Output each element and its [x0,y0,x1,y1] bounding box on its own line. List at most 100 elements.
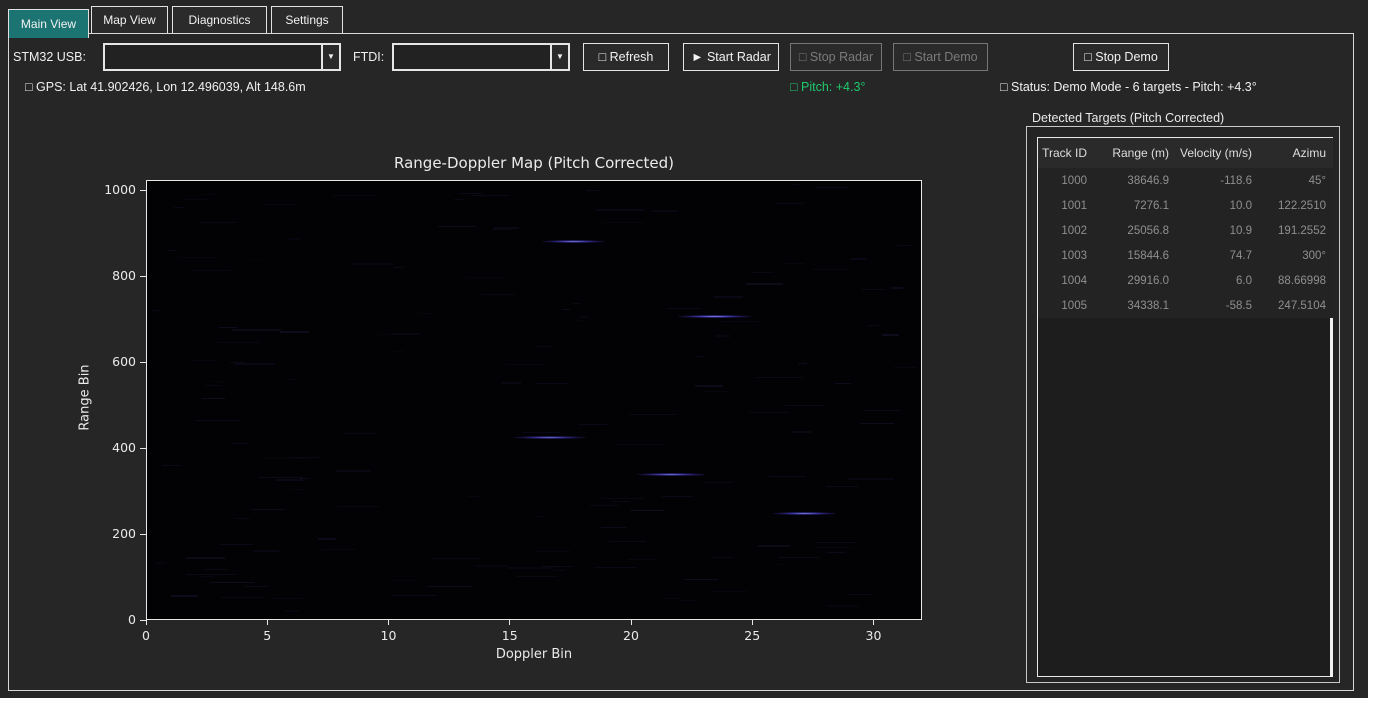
targets-table: Track IDRange (m)Velocity (m/s)Azimu 100… [1037,137,1333,677]
noise-speckle [289,457,321,458]
x-tick-label: 15 [490,628,530,643]
x-tick-mark [752,620,753,625]
column-header: Track ID [1038,146,1093,160]
noise-speckle [602,222,644,223]
table-row[interactable]: 100225056.810.9191.2552 [1038,218,1333,243]
column-header: Range (m) [1093,146,1175,160]
y-tick-label: 400 [96,440,136,455]
x-tick-label: 25 [732,628,772,643]
noise-speckle [205,385,222,386]
y-tick-label: 800 [96,268,136,283]
noise-speckle [705,391,728,392]
noise-speckle [287,379,296,380]
noise-speckle [714,296,742,298]
table-cell: 38646.9 [1093,175,1175,187]
noise-speckle [431,558,480,559]
noise-speckle [388,580,420,581]
noise-speckle [894,367,917,368]
stm32-usb-label: STM32 USB: [13,50,86,64]
stop-demo-button[interactable]: □ Stop Demo [1073,43,1169,71]
table-cell: 25056.8 [1093,225,1175,237]
ftdi-combo[interactable]: ▼ [392,43,570,71]
table-row[interactable]: 100038646.9-118.645° [1038,168,1333,193]
noise-speckle [535,346,552,347]
table-row[interactable]: 10017276.110.0122.2510 [1038,193,1333,218]
noise-speckle [418,313,432,314]
detection-streak [513,436,586,439]
tab-label: Main View [21,17,76,31]
noise-speckle [517,576,558,577]
tab-settings[interactable]: Settings [271,6,343,34]
noise-speckle [501,382,521,384]
app-window: Main View Map View Diagnostics Settings … [0,0,1368,698]
noise-speckle [191,360,216,361]
tab-label: Settings [285,13,328,27]
y-tick-label: 0 [96,612,136,627]
noise-speckle [332,195,376,196]
noise-speckle [220,544,253,545]
table-cell: 300° [1258,250,1332,262]
noise-speckle [651,210,679,212]
noise-speckle [602,498,644,499]
noise-speckle [752,272,774,273]
noise-speckle [749,412,789,413]
noise-speckle [234,518,250,519]
noise-speckle [505,364,545,365]
noise-speckle [231,443,249,444]
noise-speckle [695,385,723,387]
x-tick-mark [388,620,389,625]
refresh-button[interactable]: □ Refresh [583,43,669,71]
noise-speckle [427,586,473,587]
noise-speckle [594,567,637,568]
noise-speckle [200,576,213,577]
noise-speckle [285,610,299,612]
noise-speckle [758,545,790,547]
noise-speckle [785,405,825,406]
tab-diagnostics[interactable]: Diagnostics [172,6,267,34]
noise-speckle [251,509,285,510]
noise-speckle [813,547,853,548]
y-tick-label: 600 [96,354,136,369]
x-tick-mark [631,620,632,625]
noise-speckle [481,294,515,295]
noise-speckle [245,586,268,587]
noise-speckle [798,363,807,364]
ftdi-combo-dropdown-button[interactable]: ▼ [550,45,568,69]
noise-speckle [493,227,519,229]
noise-speckle [318,538,336,540]
tab-main-view[interactable]: Main View [8,9,89,38]
gps-status-text: □ GPS: Lat 41.902426, Lon 12.496039, Alt… [25,80,306,94]
y-tick-label: 200 [96,526,136,541]
table-cell: 10.9 [1175,225,1258,237]
table-cell: 247.5104 [1258,300,1332,312]
noise-speckle [542,566,573,567]
noise-speckle [769,476,805,477]
table-row[interactable]: 100429916.06.088.66998 [1038,268,1333,293]
stm32-combo-dropdown-button[interactable]: ▼ [321,45,339,69]
stm32-usb-combo[interactable]: ▼ [103,43,341,71]
noise-speckle [536,551,570,552]
x-tick-label: 10 [369,628,409,643]
noise-speckle [703,482,733,483]
noise-speckle [156,562,166,564]
noise-speckle [552,570,565,571]
y-axis-label: Range Bin [78,328,93,468]
noise-speckle [667,308,702,309]
table-row[interactable]: 100534338.1-58.5247.5104 [1038,293,1333,318]
table-cell: 122.2510 [1258,200,1332,212]
table-cell: 191.2552 [1258,225,1332,237]
start-radar-button[interactable]: ► Start Radar [683,43,779,71]
table-row[interactable]: 100315844.674.7300° [1038,243,1333,268]
noise-speckle [522,432,562,433]
noise-speckle [580,316,589,318]
noise-speckle [756,377,803,378]
noise-speckle [772,564,785,565]
x-tick-label: 5 [247,628,287,643]
noise-speckle [596,209,644,211]
tab-map-view[interactable]: Map View [91,6,168,34]
tab-label: Map View [103,13,155,27]
noise-speckle [562,309,570,310]
table-scrollbar[interactable] [1330,318,1333,677]
noise-speckle [578,424,608,425]
noise-speckle [162,465,181,466]
